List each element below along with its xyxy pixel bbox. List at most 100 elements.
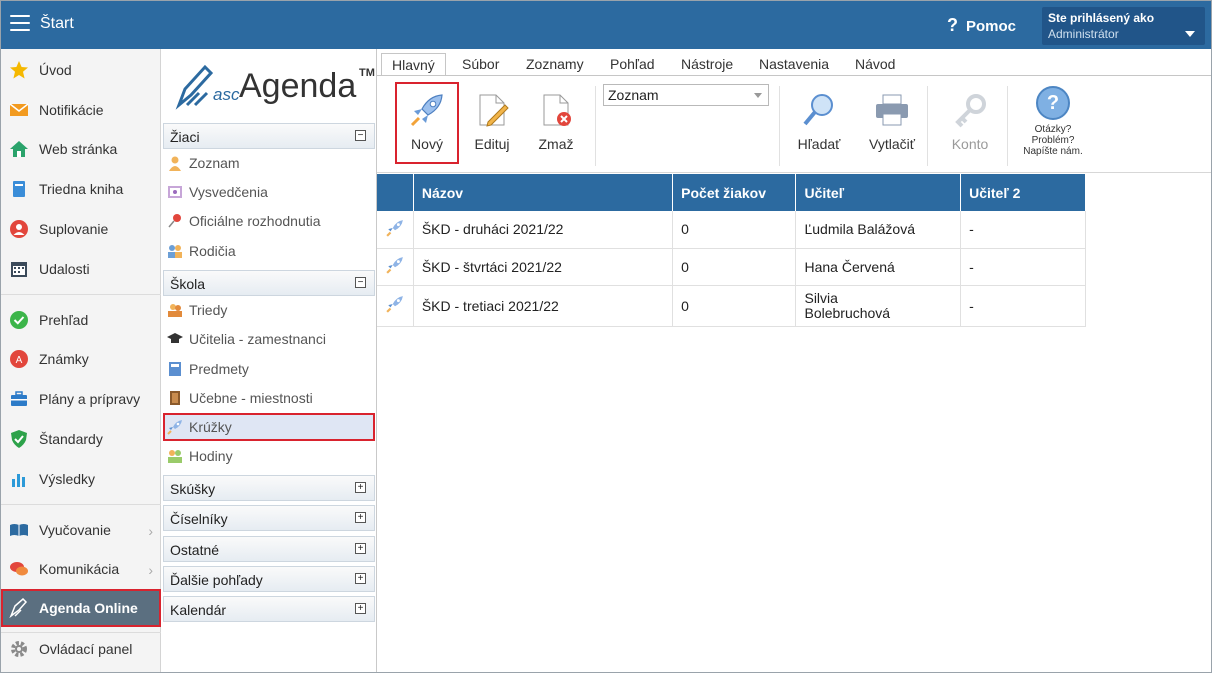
expand-icon[interactable]: + xyxy=(355,603,366,614)
user-menu[interactable]: Ste prihlásený ako Administrátor xyxy=(1042,7,1205,45)
tab-zoznamy[interactable]: Zoznamy xyxy=(516,53,594,75)
nav-item-agenda-online[interactable]: Agenda Online xyxy=(1,589,161,627)
group-label: Skúšky xyxy=(170,481,216,497)
nav-item-ovladaci-panel[interactable]: Ovládací panel xyxy=(1,630,161,668)
group-label: Žiaci xyxy=(170,129,200,145)
nav-item-web-stranka[interactable]: Web stránka xyxy=(1,130,161,168)
certificate-icon xyxy=(168,186,182,198)
faq-line-1: Otázky? xyxy=(1034,124,1072,135)
nav-item-suplovanie[interactable]: Suplovanie xyxy=(1,210,161,248)
group-skusky[interactable]: Skúšky + xyxy=(163,475,375,501)
sub-item-hodiny[interactable]: Hodiny xyxy=(163,442,375,470)
faq-line-2: Problém? xyxy=(1031,135,1075,146)
group-ostatne[interactable]: Ostatné + xyxy=(163,536,375,562)
column-header-nazov[interactable]: Názov xyxy=(413,174,674,211)
group-label: Ďalšie pohľady xyxy=(170,572,263,588)
expand-icon[interactable]: + xyxy=(355,573,366,584)
nav-item-uvod[interactable]: Úvod xyxy=(1,51,161,89)
graduation-cap-icon xyxy=(167,333,183,343)
table-row[interactable]: ŠKD - tretiaci 2021/22 0 Silvia Bolebruc… xyxy=(377,285,1086,327)
nav-item-plany[interactable]: Plány a prípravy xyxy=(1,380,161,418)
cell-pocet: 0 xyxy=(672,248,797,286)
column-header-icon[interactable] xyxy=(377,174,414,211)
kruzky-table: Názov Počet žiakov Učiteľ Učiteľ 2 ŠKD -… xyxy=(377,174,1086,327)
pin-icon xyxy=(168,214,181,228)
nav-label: Udalosti xyxy=(39,261,90,277)
sub-item-triedy[interactable]: Triedy xyxy=(163,296,375,324)
sub-item-rodicia[interactable]: Rodičia xyxy=(163,237,375,265)
nav-item-triedna-kniha[interactable]: Triedna kniha xyxy=(1,170,161,208)
sub-label: Vysvedčenia xyxy=(189,184,268,200)
table-row[interactable]: ŠKD - štvrtáci 2021/22 0 Hana Červená - xyxy=(377,248,1086,286)
sub-label: Učebne - miestnosti xyxy=(189,390,313,406)
ribbon-divider xyxy=(1007,86,1008,166)
tab-subor[interactable]: Súbor xyxy=(452,53,509,75)
help-label: Pomoc xyxy=(966,18,1017,35)
group-zaci[interactable]: Žiaci − xyxy=(163,123,375,149)
delete-button[interactable]: Zmaž xyxy=(527,82,585,164)
sub-item-ucitelia[interactable]: Učitelia - zamestnanci xyxy=(163,325,375,353)
tab-navod[interactable]: Návod xyxy=(845,53,905,75)
home-icon xyxy=(10,141,28,157)
nav-item-komunikacia[interactable]: Komunikácia › xyxy=(1,550,161,588)
user-caption: Ste prihlásený ako xyxy=(1048,11,1155,25)
edit-button[interactable]: Edituj xyxy=(463,82,521,164)
nav-item-standardy[interactable]: Štandardy xyxy=(1,420,161,458)
column-header-pocet[interactable]: Počet žiakov xyxy=(672,174,797,211)
nav-label: Agenda Online xyxy=(39,600,138,616)
shield-icon xyxy=(11,430,27,448)
table-row[interactable]: ŠKD - druháci 2021/22 0 Ľudmila Balážová… xyxy=(377,211,1086,249)
search-icon xyxy=(803,94,833,126)
sub-item-kruzky[interactable]: Krúžky xyxy=(163,413,375,441)
page-title: Štart xyxy=(40,15,74,32)
edit-label: Edituj xyxy=(474,136,510,152)
nav-item-vysledky[interactable]: Výsledky xyxy=(1,460,161,498)
tab-nastavenia[interactable]: Nastavenia xyxy=(749,53,839,75)
table-header-row: Názov Počet žiakov Učiteľ Učiteľ 2 xyxy=(377,174,1086,211)
nav-label: Web stránka xyxy=(39,141,118,157)
sub-item-predmety[interactable]: Predmety xyxy=(163,355,375,383)
column-header-ucitel[interactable]: Učiteľ xyxy=(795,174,962,211)
sub-item-zoznam[interactable]: Zoznam xyxy=(163,149,375,177)
question-circle-icon: ? xyxy=(1036,86,1070,120)
nav-label: Triedna kniha xyxy=(39,181,124,197)
sub-item-ucebne[interactable]: Učebne - miestnosti xyxy=(163,384,375,412)
group-kalendar[interactable]: Kalendár + xyxy=(163,596,375,622)
grade-icon: A xyxy=(10,350,28,368)
collapse-icon[interactable]: − xyxy=(355,277,366,288)
collapse-icon[interactable]: − xyxy=(355,130,366,141)
view-select[interactable]: Zoznam xyxy=(603,84,769,106)
sub-label: Rodičia xyxy=(189,243,236,259)
ribbon-divider xyxy=(927,86,928,166)
nav-item-notifikacie[interactable]: Notifikácie xyxy=(1,91,161,129)
calendar-icon xyxy=(11,262,27,277)
faq-button[interactable]: ? Otázky? Problém? Napíšte nám. xyxy=(1013,86,1093,157)
nav-item-vyucovanie[interactable]: Vyučovanie › xyxy=(1,511,161,549)
expand-icon[interactable]: + xyxy=(355,512,366,523)
column-header-ucitel2[interactable]: Učiteľ 2 xyxy=(960,174,1086,211)
nav-item-prehlad[interactable]: Prehľad xyxy=(1,301,161,339)
hamburger-menu-icon[interactable] xyxy=(10,15,30,33)
expand-icon[interactable]: + xyxy=(355,543,366,554)
sub-label: Zoznam xyxy=(189,155,240,171)
tab-hlavny[interactable]: Hlavný xyxy=(381,53,446,75)
sub-item-vysvedcenia[interactable]: Vysvedčenia xyxy=(163,178,375,206)
print-button[interactable]: Vytlačiť xyxy=(857,82,927,164)
help-button[interactable]: ? Pomoc xyxy=(947,15,1016,36)
nav-label: Vyučovanie xyxy=(39,522,111,538)
nav-label: Výsledky xyxy=(39,471,96,487)
account-button[interactable]: Konto xyxy=(935,82,1005,164)
group-dalsie-pohlady[interactable]: Ďalšie pohľady + xyxy=(163,566,375,592)
group-skola[interactable]: Škola − xyxy=(163,270,375,296)
sub-item-oficialne[interactable]: Oficiálne rozhodnutia xyxy=(163,207,375,235)
nav-item-udalosti[interactable]: Udalosti xyxy=(1,250,161,288)
group-ciselniky[interactable]: Číselníky + xyxy=(163,505,375,531)
rocket-icon xyxy=(167,420,182,435)
nav-item-znamky[interactable]: A Známky xyxy=(1,340,161,378)
expand-icon[interactable]: + xyxy=(355,482,366,493)
rocket-icon xyxy=(386,219,403,237)
search-button[interactable]: Hľadať xyxy=(787,82,851,164)
tab-nastroje[interactable]: Nástroje xyxy=(671,53,743,75)
tab-pohlad[interactable]: Pohľad xyxy=(600,53,665,75)
new-button[interactable]: Nový xyxy=(395,82,459,164)
